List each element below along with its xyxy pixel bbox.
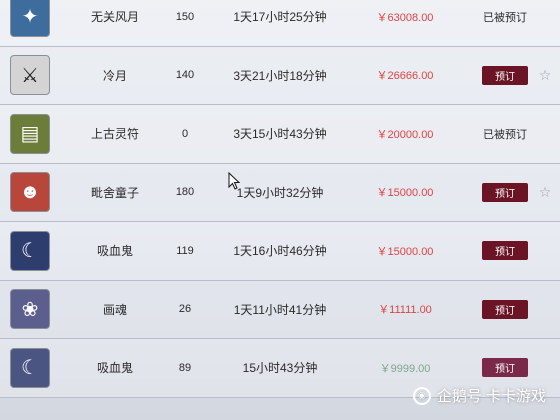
item-name: 画魂 xyxy=(102,302,127,317)
book-button[interactable]: 预订 xyxy=(482,358,528,378)
item-level: 150 xyxy=(175,10,195,23)
table-row: ▤ 上古灵符 0 3天15小时43分钟 ￥20000.00 已被预订 xyxy=(0,105,560,164)
item-level: 119 xyxy=(176,244,194,257)
watermark: ◉ 企鹅号 卡卡游戏 xyxy=(412,385,546,406)
item-price: ￥15000.00 xyxy=(376,187,434,200)
item-level: 140 xyxy=(175,69,195,82)
item-price: ￥63008.00 xyxy=(376,11,434,24)
booked-status: 已被预订 xyxy=(483,11,527,24)
favorite-star-icon[interactable]: ☆ xyxy=(536,164,554,222)
favorite-star-icon[interactable]: ☆ xyxy=(536,47,554,105)
ghost-woman-icon[interactable]: ❀ xyxy=(10,289,50,330)
table-row: ☾ 吸血鬼 119 1天16小时46分钟 ￥15000.00 预订 xyxy=(0,222,560,281)
item-level: 0 xyxy=(181,127,189,140)
item-time-left: 1天16小时46分钟 xyxy=(233,244,327,259)
table-row: ✦ 无关风月 150 1天17小时25分钟 ￥63008.00 已被预订 xyxy=(0,0,560,47)
item-time-left: 1天17小时25分钟 xyxy=(233,10,327,25)
item-name: 冷月 xyxy=(102,68,127,83)
item-level: 89 xyxy=(178,361,192,374)
dagger-icon[interactable]: ⚔ xyxy=(10,55,50,96)
vampire-icon[interactable]: ☾ xyxy=(10,230,50,271)
watermark-text: 企鹅号 卡卡游戏 xyxy=(436,388,546,405)
scroll-icon[interactable]: ▤ xyxy=(10,113,50,154)
item-name: 上古灵符 xyxy=(90,127,139,142)
listing-table: ✦ 无关风月 150 1天17小时25分钟 ￥63008.00 已被预订 ⚔ 冷… xyxy=(0,0,560,398)
item-time-left: 3天21小时18分钟 xyxy=(233,68,327,83)
table-row: ☻ 毗舍童子 180 1天9小时32分钟 ￥15000.00 预订 ☆ xyxy=(0,163,560,222)
item-name: 无关风月 xyxy=(90,10,139,25)
item-time-left: 15小时43分钟 xyxy=(242,361,318,376)
item-price: ￥11111.00 xyxy=(378,304,432,317)
table-row: ⚔ 冷月 140 3天21小时18分钟 ￥26666.00 预订 ☆ xyxy=(0,46,560,105)
penguin-logo-icon: ◉ xyxy=(412,386,431,405)
item-name: 吸血鬼 xyxy=(96,361,133,376)
item-name: 毗舍童子 xyxy=(90,185,139,200)
booked-status: 已被预订 xyxy=(483,128,527,141)
demon-mask-icon[interactable]: ☻ xyxy=(10,172,50,213)
compass-icon[interactable]: ✦ xyxy=(10,0,50,37)
item-price: ￥20000.00 xyxy=(376,128,434,141)
book-button[interactable]: 预订 xyxy=(482,299,528,319)
vampire-icon[interactable]: ☾ xyxy=(10,347,50,388)
item-level: 26 xyxy=(178,303,192,316)
item-time-left: 3天15小时43分钟 xyxy=(233,127,327,142)
mouse-cursor-icon xyxy=(228,172,240,190)
book-button[interactable]: 预订 xyxy=(482,241,528,261)
item-level: 180 xyxy=(175,186,195,199)
item-price: ￥26666.00 xyxy=(376,70,434,83)
table-row: ❀ 画魂 26 1天11小时41分钟 ￥11111.00 预订 xyxy=(0,280,560,339)
item-price: ￥15000.00 xyxy=(376,245,434,258)
item-name: 吸血鬼 xyxy=(96,244,133,259)
item-time-left: 1天11小时41分钟 xyxy=(233,302,327,317)
book-button[interactable]: 预订 xyxy=(482,182,528,202)
book-button[interactable]: 预订 xyxy=(482,65,528,85)
